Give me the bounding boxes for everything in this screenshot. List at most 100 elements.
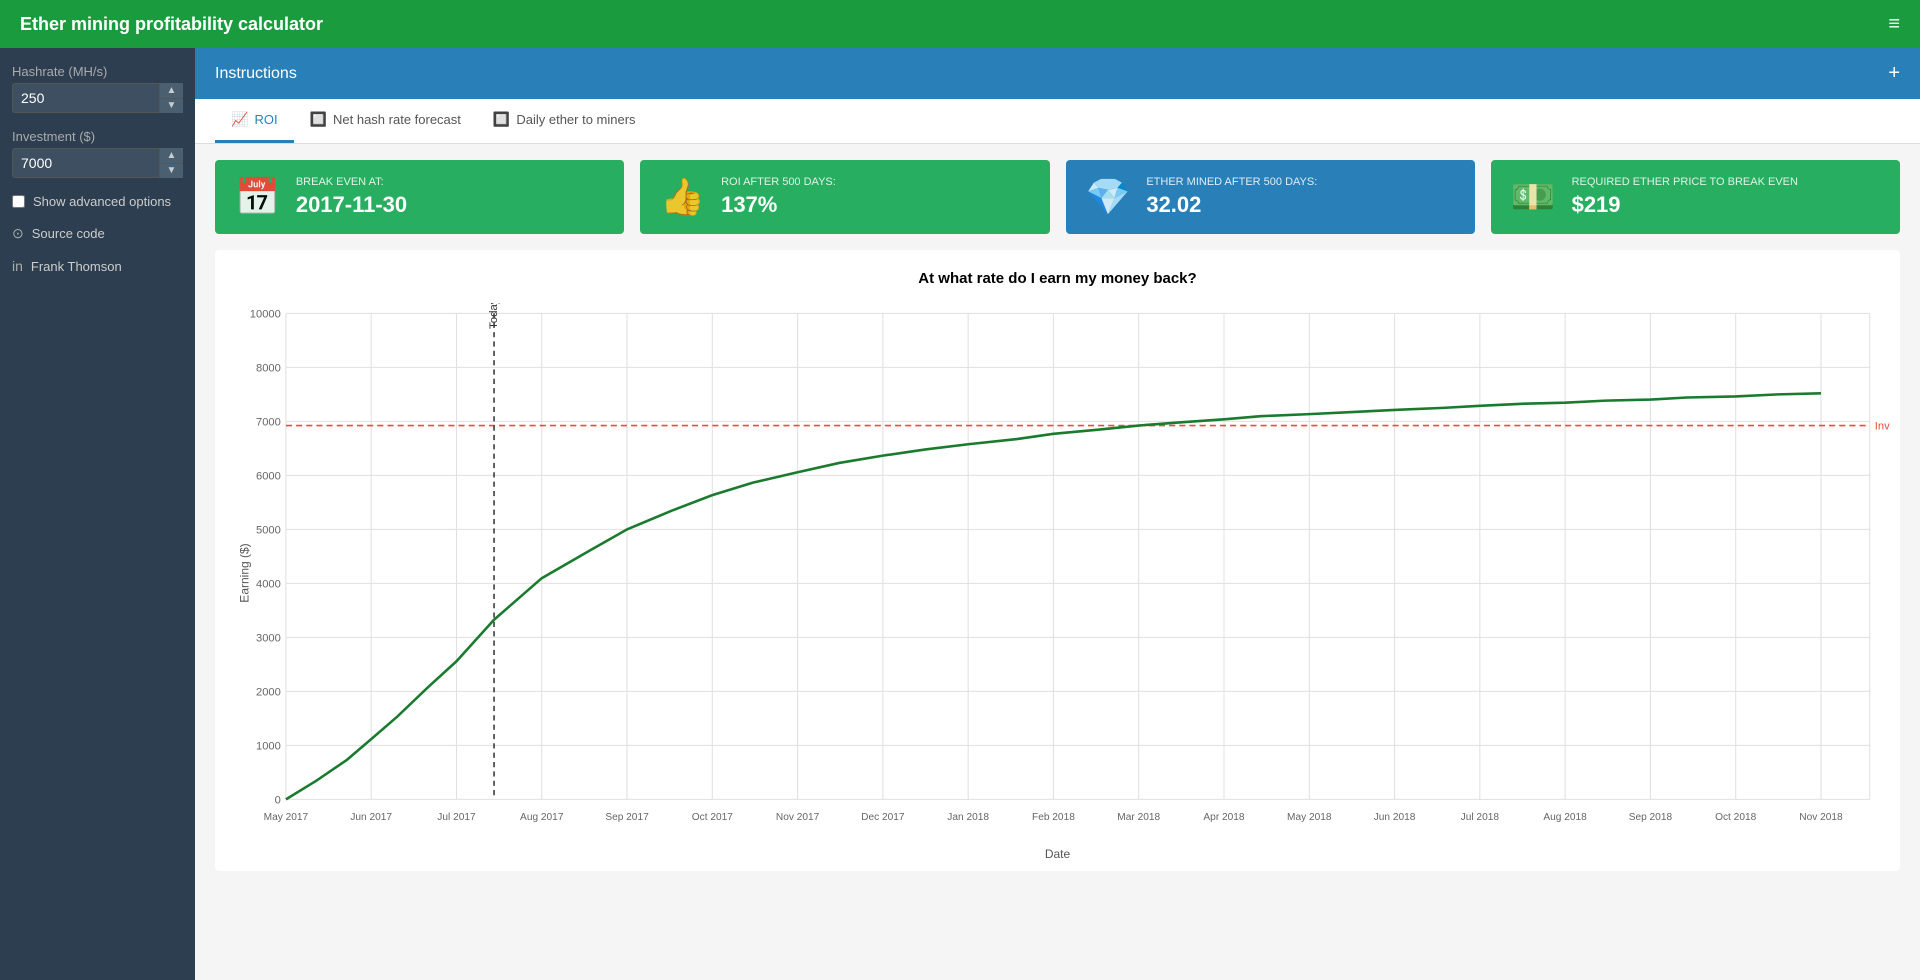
stats-row: 📅 BREAK EVEN AT: 2017-11-30 👍 ROI AFTER … (195, 144, 1920, 250)
sidebar: Hashrate (MH/s) ▲ ▼ Investment ($) ▲ ▼ (0, 48, 195, 980)
svg-text:5000: 5000 (256, 524, 281, 536)
svg-text:6000: 6000 (256, 470, 281, 482)
svg-text:Nov 2018: Nov 2018 (1799, 812, 1843, 823)
svg-text:Dec 2017: Dec 2017 (861, 812, 905, 823)
svg-text:Oct 2018: Oct 2018 (1715, 812, 1756, 823)
calendar-icon: 📅 (235, 176, 280, 218)
stat-roi: 👍 ROI AFTER 500 DAYS: 137% (640, 160, 1049, 234)
tab-daily-ether-label: Daily ether to miners (516, 112, 635, 127)
investment-group: Investment ($) ▲ ▼ (12, 129, 183, 178)
diamond-icon: 💎 (1086, 176, 1131, 218)
main-layout: Hashrate (MH/s) ▲ ▼ Investment ($) ▲ ▼ (0, 48, 1920, 980)
svg-text:May 2017: May 2017 (264, 812, 309, 823)
investment-input[interactable] (12, 148, 183, 178)
x-axis-label: Date (225, 847, 1890, 861)
required-price-label: REQUIRED ETHER PRICE TO BREAK EVEN (1572, 176, 1798, 188)
instructions-plus[interactable]: + (1888, 62, 1900, 85)
svg-text:Apr 2018: Apr 2018 (1203, 812, 1244, 823)
stat-required-price: 💵 REQUIRED ETHER PRICE TO BREAK EVEN $21… (1491, 160, 1900, 234)
linkedin-icon: in (12, 258, 23, 274)
y-axis-label: Earning ($) (238, 543, 252, 602)
source-code-label: Source code (32, 226, 105, 241)
source-code-icon: ⊙ (12, 225, 24, 242)
required-price-value: $219 (1572, 192, 1798, 218)
svg-text:7000: 7000 (256, 416, 281, 428)
investment-input-wrap: ▲ ▼ (12, 148, 183, 178)
svg-text:Jun 2017: Jun 2017 (350, 812, 392, 823)
svg-text:3000: 3000 (256, 632, 281, 644)
svg-text:Sep 2018: Sep 2018 (1629, 812, 1673, 823)
hashrate-input[interactable] (12, 83, 183, 113)
hashrate-input-wrap: ▲ ▼ (12, 83, 183, 113)
svg-text:May 2018: May 2018 (1287, 812, 1332, 823)
svg-text:Jul 2017: Jul 2017 (437, 812, 476, 823)
svg-text:Jul 2018: Jul 2018 (1461, 812, 1500, 823)
chart-title: At what rate do I earn my money back? (225, 270, 1890, 287)
tab-daily-ether[interactable]: 🔲 Daily ether to miners (477, 99, 652, 143)
svg-text:Aug 2018: Aug 2018 (1543, 812, 1587, 823)
svg-text:Investment: Investment (1875, 421, 1890, 433)
navbar: Ether mining profitability calculator ≡ (0, 0, 1920, 48)
ether-mined-label: ETHER MINED AFTER 500 DAYS: (1146, 176, 1317, 188)
svg-text:Today: Today (488, 303, 500, 329)
ether-mined-value: 32.02 (1146, 192, 1317, 218)
tab-net-hash-label: Net hash rate forecast (333, 112, 461, 127)
investment-down-btn[interactable]: ▼ (159, 164, 183, 179)
roi-label: ROI AFTER 500 DAYS: (721, 176, 836, 188)
svg-text:Mar 2018: Mar 2018 (1117, 812, 1160, 823)
break-even-text: BREAK EVEN AT: 2017-11-30 (296, 176, 407, 218)
investment-label: Investment ($) (12, 129, 183, 144)
hashrate-spinner: ▲ ▼ (159, 83, 183, 113)
daily-ether-icon: 🔲 (493, 111, 510, 128)
svg-text:Aug 2017: Aug 2017 (520, 812, 564, 823)
roi-text: ROI AFTER 500 DAYS: 137% (721, 176, 836, 218)
svg-text:Jan 2018: Jan 2018 (947, 812, 989, 823)
svg-text:4000: 4000 (256, 578, 281, 590)
hashrate-label: Hashrate (MH/s) (12, 64, 183, 79)
stat-break-even: 📅 BREAK EVEN AT: 2017-11-30 (215, 160, 624, 234)
source-code-link[interactable]: ⊙ Source code (12, 225, 183, 242)
instructions-bar: Instructions + (195, 48, 1920, 99)
svg-text:Jun 2018: Jun 2018 (1374, 812, 1416, 823)
advanced-label: Show advanced options (33, 194, 171, 209)
ether-mined-text: ETHER MINED AFTER 500 DAYS: 32.02 (1146, 176, 1317, 218)
advanced-options-toggle[interactable]: Show advanced options (12, 194, 183, 209)
chart-container: Earning ($) (225, 303, 1890, 843)
hashrate-down-btn[interactable]: ▼ (159, 99, 183, 114)
thumbsup-icon: 👍 (660, 176, 705, 218)
svg-text:Oct 2017: Oct 2017 (692, 812, 733, 823)
advanced-checkbox[interactable] (12, 195, 25, 208)
break-even-label: BREAK EVEN AT: (296, 176, 407, 188)
content-area: Instructions + 📈 ROI 🔲 Net hash rate for… (195, 48, 1920, 980)
svg-text:8000: 8000 (256, 362, 281, 374)
chart-svg: 0 1000 2000 3000 4000 5000 6000 7000 800… (225, 303, 1890, 843)
svg-text:0: 0 (275, 794, 281, 806)
author-link[interactable]: in Frank Thomson (12, 258, 183, 274)
tab-net-hash[interactable]: 🔲 Net hash rate forecast (294, 99, 477, 143)
author-label: Frank Thomson (31, 259, 122, 274)
hashrate-up-btn[interactable]: ▲ (159, 83, 183, 99)
investment-up-btn[interactable]: ▲ (159, 148, 183, 164)
svg-text:10000: 10000 (250, 308, 281, 320)
stat-ether-mined: 💎 ETHER MINED AFTER 500 DAYS: 32.02 (1066, 160, 1475, 234)
chart-area: At what rate do I earn my money back? Ea… (215, 250, 1900, 871)
roi-icon: 📈 (231, 111, 248, 128)
net-hash-icon: 🔲 (310, 111, 327, 128)
svg-text:1000: 1000 (256, 740, 281, 752)
svg-text:2000: 2000 (256, 686, 281, 698)
roi-value: 137% (721, 192, 836, 218)
svg-text:Feb 2018: Feb 2018 (1032, 812, 1075, 823)
tab-roi[interactable]: 📈 ROI (215, 99, 294, 143)
tabs-bar: 📈 ROI 🔲 Net hash rate forecast 🔲 Daily e… (195, 99, 1920, 144)
app-title: Ether mining profitability calculator (20, 14, 1888, 35)
money-icon: 💵 (1511, 176, 1556, 218)
menu-icon[interactable]: ≡ (1888, 13, 1900, 36)
instructions-title: Instructions (215, 65, 297, 83)
svg-text:Sep 2017: Sep 2017 (605, 812, 649, 823)
investment-spinner: ▲ ▼ (159, 148, 183, 178)
svg-text:Nov 2017: Nov 2017 (776, 812, 820, 823)
required-price-text: REQUIRED ETHER PRICE TO BREAK EVEN $219 (1572, 176, 1798, 218)
hashrate-group: Hashrate (MH/s) ▲ ▼ (12, 64, 183, 113)
break-even-value: 2017-11-30 (296, 192, 407, 218)
tab-roi-label: ROI (254, 112, 277, 127)
